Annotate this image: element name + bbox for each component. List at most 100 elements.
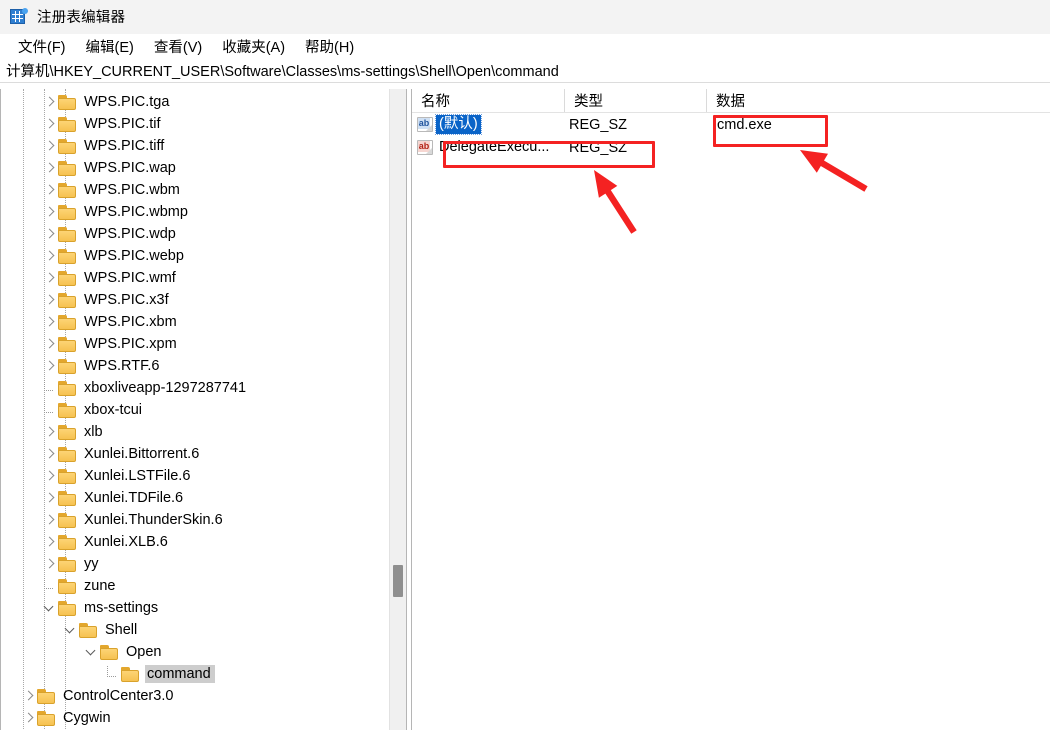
chevron-right-icon[interactable]: [42, 314, 58, 330]
column-header-type[interactable]: 类型: [565, 89, 707, 112]
folder-icon: [58, 271, 77, 286]
chevron-right-icon[interactable]: [42, 336, 58, 352]
tree-item-label: WPS.PIC.x3f: [82, 291, 173, 309]
registry-tree: WPS.PIC.tga WPS.PIC.tif WPS.PIC.tiff WPS.PI…: [1, 89, 406, 729]
registry-values-pane[interactable]: 名称 类型 数据 ab(默认)REG_SZcmd.exeabDelegateEx…: [412, 89, 1050, 730]
chevron-right-icon[interactable]: [42, 204, 58, 220]
tree-item-controlcenter3.0[interactable]: ControlCenter3.0: [1, 685, 406, 707]
tree-item-wps.pic.xbm[interactable]: WPS.PIC.xbm: [1, 311, 406, 333]
tree-item-xunlei.xlb.6[interactable]: Xunlei.XLB.6: [1, 531, 406, 553]
chevron-right-icon[interactable]: [42, 270, 58, 286]
tree-branch-line: [42, 578, 58, 594]
chevron-right-icon[interactable]: [42, 94, 58, 110]
folder-icon: [58, 249, 77, 264]
tree-item-wps.pic.tga[interactable]: WPS.PIC.tga: [1, 91, 406, 113]
tree-item-xbox-tcui[interactable]: xbox-tcui: [1, 399, 406, 421]
value-name-label: DelegateExecu...: [436, 138, 552, 157]
registry-path[interactable]: 计算机\HKEY_CURRENT_USER\Software\Classes\m…: [6, 60, 559, 81]
chevron-right-icon[interactable]: [42, 512, 58, 528]
tree-item-wps.pic.wbmp[interactable]: WPS.PIC.wbmp: [1, 201, 406, 223]
folder-icon: [58, 205, 77, 220]
chevron-right-icon[interactable]: [42, 160, 58, 176]
tree-item-xlb[interactable]: xlb: [1, 421, 406, 443]
tree-item-label: WPS.PIC.wbm: [82, 181, 184, 199]
tree-item-open[interactable]: Open: [1, 641, 406, 663]
tree-item-wps.pic.wbm[interactable]: WPS.PIC.wbm: [1, 179, 406, 201]
tree-item-xunlei.bittorrent.6[interactable]: Xunlei.Bittorrent.6: [1, 443, 406, 465]
tree-item-xunlei.tdfile.6[interactable]: Xunlei.TDFile.6: [1, 487, 406, 509]
value-data-cell: [707, 136, 1027, 159]
tree-item-wps.pic.xpm[interactable]: WPS.PIC.xpm: [1, 333, 406, 355]
address-bar[interactable]: 计算机\HKEY_CURRENT_USER\Software\Classes\m…: [0, 59, 1050, 83]
tree-item-label: Xunlei.XLB.6: [82, 533, 172, 551]
tree-item-shell[interactable]: Shell: [1, 619, 406, 641]
tree-item-xboxliveapp-1297287741[interactable]: xboxliveapp-1297287741: [1, 377, 406, 399]
tree-item-label: WPS.PIC.tga: [82, 93, 173, 111]
tree-scrollbar-thumb[interactable]: [393, 565, 403, 597]
tree-item-wps.rtf.6[interactable]: WPS.RTF.6: [1, 355, 406, 377]
menu-file[interactable]: 文件(F): [8, 34, 76, 59]
chevron-right-icon[interactable]: [42, 292, 58, 308]
chevron-right-icon[interactable]: [42, 556, 58, 572]
tree-item-xunlei.lstfile.6[interactable]: Xunlei.LSTFile.6: [1, 465, 406, 487]
chevron-down-icon[interactable]: [84, 644, 100, 660]
value-row[interactable]: ab(默认)REG_SZcmd.exe: [412, 113, 1050, 136]
tree-item-label: xbox-tcui: [82, 401, 146, 419]
chevron-down-icon[interactable]: [63, 622, 79, 638]
chevron-right-icon[interactable]: [42, 446, 58, 462]
folder-icon: [58, 425, 77, 440]
chevron-right-icon[interactable]: [42, 424, 58, 440]
tree-item-yy[interactable]: yy: [1, 553, 406, 575]
menu-favorites[interactable]: 收藏夹(A): [212, 34, 295, 59]
chevron-right-icon[interactable]: [42, 182, 58, 198]
tree-item-wps.pic.wdp[interactable]: WPS.PIC.wdp: [1, 223, 406, 245]
tree-branch-line: [42, 402, 58, 418]
tree-item-label: WPS.PIC.tif: [82, 115, 165, 133]
value-row[interactable]: abDelegateExecu...REG_SZ: [412, 136, 1050, 159]
tree-item-ms-settings[interactable]: ms-settings: [1, 597, 406, 619]
chevron-right-icon[interactable]: [42, 468, 58, 484]
tree-item-wps.pic.webp[interactable]: WPS.PIC.webp: [1, 245, 406, 267]
folder-icon: [58, 161, 77, 176]
tree-item-label: WPS.PIC.wdp: [82, 225, 180, 243]
chevron-right-icon[interactable]: [21, 688, 37, 704]
chevron-right-icon[interactable]: [21, 710, 37, 726]
tree-branch-line: [42, 380, 58, 396]
list-column-headers: 名称 类型 数据: [412, 89, 1050, 113]
tree-item-zune[interactable]: zune: [1, 575, 406, 597]
tree-item-label: Open: [124, 643, 165, 661]
tree-item-wps.pic.tiff[interactable]: WPS.PIC.tiff: [1, 135, 406, 157]
registry-tree-pane[interactable]: WPS.PIC.tga WPS.PIC.tif WPS.PIC.tiff WPS.PI…: [0, 89, 406, 730]
menu-view[interactable]: 查看(V): [144, 34, 212, 59]
folder-icon: [58, 117, 77, 132]
chevron-down-icon[interactable]: [42, 600, 58, 616]
value-name-cell[interactable]: ab(默认): [412, 113, 565, 136]
tree-item-xunlei.thunderskin.6[interactable]: Xunlei.ThunderSkin.6: [1, 509, 406, 531]
tree-item-label: WPS.PIC.xbm: [82, 313, 181, 331]
tree-item-cygwin[interactable]: Cygwin: [1, 707, 406, 729]
menu-bar: 文件(F) 编辑(E) 查看(V) 收藏夹(A) 帮助(H): [0, 34, 1050, 59]
chevron-right-icon[interactable]: [42, 534, 58, 550]
chevron-right-icon[interactable]: [42, 490, 58, 506]
tree-item-wps.pic.x3f[interactable]: WPS.PIC.x3f: [1, 289, 406, 311]
chevron-right-icon[interactable]: [42, 248, 58, 264]
tree-item-command[interactable]: command: [1, 663, 406, 685]
tree-vertical-scrollbar[interactable]: [389, 89, 406, 730]
value-name-cell[interactable]: abDelegateExecu...: [412, 136, 565, 159]
tree-item-label: WPS.PIC.wap: [82, 159, 180, 177]
chevron-right-icon[interactable]: [42, 138, 58, 154]
folder-icon: [58, 227, 77, 242]
chevron-right-icon[interactable]: [42, 226, 58, 242]
tree-item-wps.pic.wap[interactable]: WPS.PIC.wap: [1, 157, 406, 179]
string-value-icon: ab: [417, 140, 433, 155]
column-header-data[interactable]: 数据: [707, 89, 1027, 112]
menu-help[interactable]: 帮助(H): [295, 34, 364, 59]
tree-item-wps.pic.tif[interactable]: WPS.PIC.tif: [1, 113, 406, 135]
tree-item-wps.pic.wmf[interactable]: WPS.PIC.wmf: [1, 267, 406, 289]
chevron-right-icon[interactable]: [42, 358, 58, 374]
menu-edit[interactable]: 编辑(E): [76, 34, 144, 59]
folder-icon: [58, 315, 77, 330]
column-header-name[interactable]: 名称: [412, 89, 565, 112]
chevron-right-icon[interactable]: [42, 116, 58, 132]
registry-values-list: ab(默认)REG_SZcmd.exeabDelegateExecu...REG…: [412, 113, 1050, 159]
